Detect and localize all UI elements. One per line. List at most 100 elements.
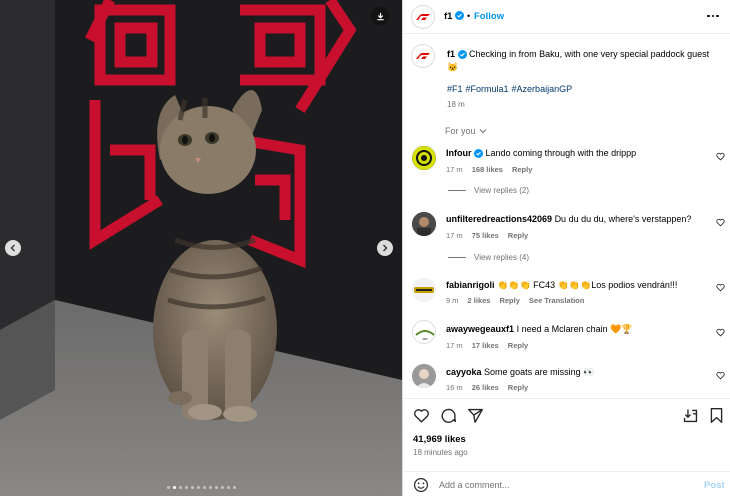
post-timestamp: 18 minutes ago — [413, 448, 468, 457]
comment-likes[interactable]: 168 likes — [472, 165, 503, 174]
cat-photo-image — [0, 0, 402, 496]
infour-avatar-icon — [412, 146, 436, 170]
comment-likes[interactable]: 75 likes — [472, 231, 499, 240]
comment-sort-dropdown[interactable]: For you — [445, 126, 487, 136]
chevron-left-icon — [10, 244, 15, 252]
previous-slide-button[interactable] — [5, 240, 21, 256]
avatar[interactable] — [411, 5, 435, 29]
f1-logo-icon — [416, 14, 430, 20]
carousel-dot — [232, 486, 236, 489]
comment-text: Some goats are missing 👀 — [484, 367, 595, 377]
comment-text: 👏👏👏 FC43 👏👏👏Los podios vendrán!!! — [497, 280, 678, 290]
carousel-dot — [190, 486, 194, 489]
chevron-down-icon — [479, 129, 486, 134]
post-header: f1 • Follow — [403, 0, 730, 34]
comment-text: Lando coming through with the drippp — [485, 148, 637, 158]
heart-icon[interactable] — [716, 152, 725, 161]
view-replies-button[interactable]: View replies (2) — [448, 186, 529, 195]
avatar[interactable] — [412, 212, 436, 236]
carousel-dot — [202, 486, 206, 489]
avatar[interactable] — [412, 364, 436, 388]
comment-timestamp: 16 m — [446, 383, 463, 392]
avatar[interactable] — [412, 278, 436, 302]
svg-text:aw: aw — [422, 336, 427, 341]
comment-username[interactable]: awaywegeauxf1 — [446, 324, 514, 334]
replies-line — [448, 190, 466, 191]
replies-line — [448, 257, 466, 258]
header-separator: • — [467, 11, 471, 21]
carousel-dot — [220, 486, 224, 489]
caption-text: Checking in from Baku, with one very spe… — [469, 49, 710, 59]
comment-text: Du du du du, where's verstappen? — [554, 214, 692, 224]
heart-icon[interactable] — [716, 371, 725, 380]
comment-likes[interactable]: 26 likes — [472, 383, 499, 392]
caption-hashtags: #F1 #Formula1 #AzerbaijanGP — [447, 84, 575, 94]
carousel-dot — [184, 486, 188, 489]
reply-button[interactable]: Reply — [508, 341, 528, 350]
hashtag-link[interactable]: #AzerbaijanGP — [512, 84, 573, 94]
comment-input[interactable] — [439, 478, 689, 492]
post-photo — [0, 0, 402, 496]
carousel-dot — [196, 486, 200, 489]
chevron-right-icon — [383, 244, 388, 252]
carousel-dot — [178, 486, 182, 489]
header-username[interactable]: f1 — [444, 11, 452, 22]
download-icon[interactable] — [371, 7, 389, 25]
caption-emoji: 🐱 — [447, 62, 459, 72]
reply-button[interactable]: Reply — [512, 165, 532, 174]
f1-logo-icon — [416, 53, 430, 59]
more-options-icon[interactable] — [707, 12, 721, 20]
avatar[interactable]: aw — [412, 320, 436, 344]
post-likes-count[interactable]: 41,969 likes — [413, 434, 466, 445]
like-heart-icon[interactable] — [413, 407, 430, 424]
caption-username[interactable]: f1 — [447, 49, 455, 59]
see-translation-button[interactable]: See Translation — [529, 296, 584, 305]
carousel-dot — [166, 486, 170, 489]
follow-button[interactable]: Follow — [474, 11, 504, 22]
heart-icon[interactable] — [716, 328, 725, 337]
user-avatar-icon: aw — [413, 321, 435, 343]
comment-timestamp: 17 m — [446, 231, 463, 240]
sort-label: For you — [445, 126, 476, 136]
comment-timestamp: 17 m — [446, 341, 463, 350]
post-comment-button[interactable]: Post — [704, 480, 725, 491]
carousel-dot — [226, 486, 230, 489]
verified-badge-icon — [457, 50, 467, 60]
view-replies-label: View replies (2) — [474, 186, 529, 195]
comment-bubble-icon[interactable] — [440, 407, 457, 424]
user-avatar-icon — [412, 364, 436, 388]
post-actions: 41,969 likes 18 minutes ago Post — [403, 398, 730, 496]
share-send-icon[interactable] — [467, 407, 484, 424]
comment-likes[interactable]: 17 likes — [472, 341, 499, 350]
comment-username[interactable]: Infour — [446, 148, 472, 158]
hashtag-link[interactable]: #Formula1 — [466, 84, 509, 94]
caption-avatar[interactable] — [411, 44, 435, 68]
heart-icon[interactable] — [716, 283, 725, 292]
comment-timestamp: 17 m — [446, 165, 463, 174]
view-replies-button[interactable]: View replies (4) — [448, 253, 529, 262]
comment-username[interactable]: fabianrigoli — [446, 280, 495, 290]
comment-composer: Post — [403, 471, 730, 496]
comment-username[interactable]: cayyoka — [446, 367, 482, 377]
comment-likes[interactable]: 2 likes — [468, 296, 491, 305]
reply-button[interactable]: Reply — [508, 231, 528, 240]
verified-badge-icon — [455, 11, 464, 20]
user-avatar-icon — [412, 278, 436, 302]
hashtag-link[interactable]: #F1 — [447, 84, 463, 94]
verified-badge-icon — [474, 149, 484, 159]
post-caption: f1 Checking in from Baku, with one very … — [447, 48, 722, 74]
instagram-post-modal: f1 • Follow f1 Checking in from Baku, wi… — [0, 0, 730, 496]
reply-button[interactable]: Reply — [499, 296, 519, 305]
emoji-picker-icon[interactable] — [413, 477, 429, 493]
save-to-collection-icon[interactable] — [682, 407, 699, 424]
carousel-dot — [208, 486, 212, 489]
next-slide-button[interactable] — [377, 240, 393, 256]
comment-username[interactable]: unfilteredreactions42069 — [446, 214, 552, 224]
comment-timestamp: 9 m — [446, 296, 459, 305]
comment-text: I need a Mclaren chain 🧡🏆 — [516, 324, 633, 334]
reply-button[interactable]: Reply — [508, 383, 528, 392]
avatar[interactable] — [412, 146, 436, 170]
heart-icon[interactable] — [716, 218, 725, 227]
bookmark-icon[interactable] — [708, 407, 725, 424]
carousel-dot — [214, 486, 218, 489]
